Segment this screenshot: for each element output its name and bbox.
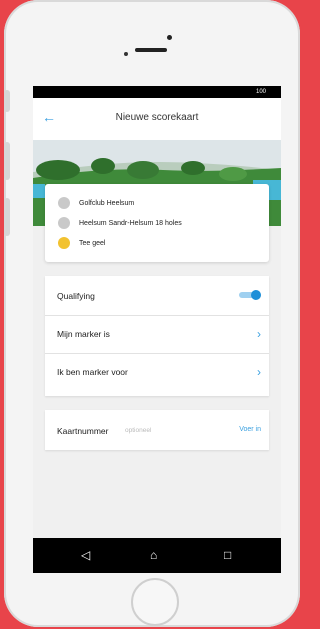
enter-card-number-button[interactable]: Voer in	[239, 426, 261, 433]
nav-back-icon[interactable]: ◁	[81, 548, 90, 562]
toggle-knob	[251, 290, 261, 300]
my-marker-row[interactable]: Mijn marker is ›	[45, 316, 269, 354]
chevron-right-icon: ›	[257, 365, 261, 379]
page-title: Nieuwe scorekaart	[115, 112, 199, 123]
qualifying-row[interactable]: Qualifying	[45, 278, 269, 316]
card-number-placeholder: optioneel	[125, 427, 152, 434]
front-camera	[167, 35, 172, 40]
status-bar: 100	[33, 86, 281, 98]
nav-home-icon[interactable]: ⌂	[150, 548, 157, 562]
course-name: Heelsum Sandr-Helsum 18 holes	[79, 219, 182, 227]
tee-row[interactable]: Tee geel	[58, 236, 105, 250]
home-button[interactable]	[131, 578, 179, 626]
course-icon	[58, 217, 70, 229]
marker-for-label: Ik ben marker voor	[57, 367, 128, 377]
status-time: 100	[255, 89, 266, 95]
tee-icon	[58, 237, 70, 249]
android-nav-bar: ◁ ⌂ □	[33, 538, 281, 573]
earpiece-speaker	[135, 48, 167, 52]
course-row[interactable]: Heelsum Sandr-Helsum 18 holes	[58, 216, 182, 230]
course-info-card: Golfclub Heelsum Heelsum Sandr-Helsum 18…	[45, 184, 269, 262]
tee-name: Tee geel	[79, 239, 106, 247]
card-number-label: Kaartnummer	[57, 426, 109, 436]
volume-down-button	[4, 198, 10, 236]
mute-switch	[4, 90, 10, 112]
my-marker-label: Mijn marker is	[57, 329, 110, 339]
club-icon	[58, 197, 70, 209]
settings-card: Qualifying Mijn marker is › Ik ben marke…	[45, 276, 269, 396]
marker-for-row[interactable]: Ik ben marker voor ›	[45, 354, 269, 391]
proximity-sensor	[124, 52, 128, 56]
app-bar: ← Nieuwe scorekaart	[33, 98, 281, 140]
qualifying-toggle[interactable]	[239, 290, 261, 300]
club-row[interactable]: Golfclub Heelsum	[58, 196, 134, 210]
nav-recent-icon[interactable]: □	[224, 548, 231, 562]
chevron-right-icon: ›	[257, 327, 261, 341]
volume-up-button	[4, 142, 10, 180]
card-number-row[interactable]: Kaartnummer optioneel Voer in	[45, 410, 269, 450]
qualifying-label: Qualifying	[57, 291, 95, 301]
screen: 100 ← Nieuwe scorekaart Golfclub Heelsum…	[33, 86, 281, 573]
club-name: Golfclub Heelsum	[79, 199, 135, 207]
phone-frame: 100 ← Nieuwe scorekaart Golfclub Heelsum…	[4, 0, 300, 627]
